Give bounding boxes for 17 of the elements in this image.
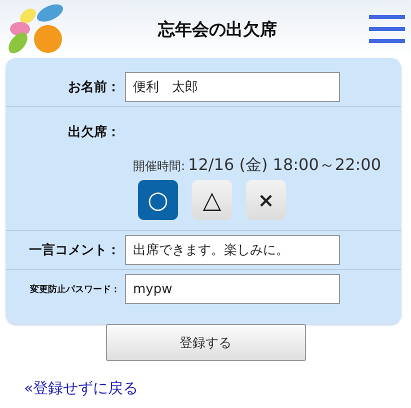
attendance-option[interactable]: × <box>246 180 286 220</box>
attendance-option[interactable]: ○ <box>138 180 178 220</box>
attendance-option[interactable]: △ <box>192 180 232 220</box>
field-label: 一言コメント： <box>28 242 120 259</box>
text-field[interactable]: 便利 太郎 <box>125 72 340 102</box>
time-label: 開催時間: <box>132 158 186 175</box>
text-field[interactable]: mypw <box>125 274 340 304</box>
flower-logo-icon <box>6 3 66 55</box>
back-link[interactable]: «登録せずに戻る <box>24 379 138 398</box>
page-title: 忘年会の出欠席 <box>158 18 277 40</box>
register-button[interactable]: 登録する <box>106 324 306 361</box>
field-label: 変更防止パスワード： <box>29 283 120 296</box>
field-label: 出欠席： <box>67 124 120 141</box>
field-label: お名前： <box>67 79 120 96</box>
menu-icon[interactable] <box>369 15 405 43</box>
text-field[interactable]: 出席できます。楽しみに。 <box>125 235 340 265</box>
event-time: 12/16 (金) 18:00～22:00 <box>188 155 381 176</box>
